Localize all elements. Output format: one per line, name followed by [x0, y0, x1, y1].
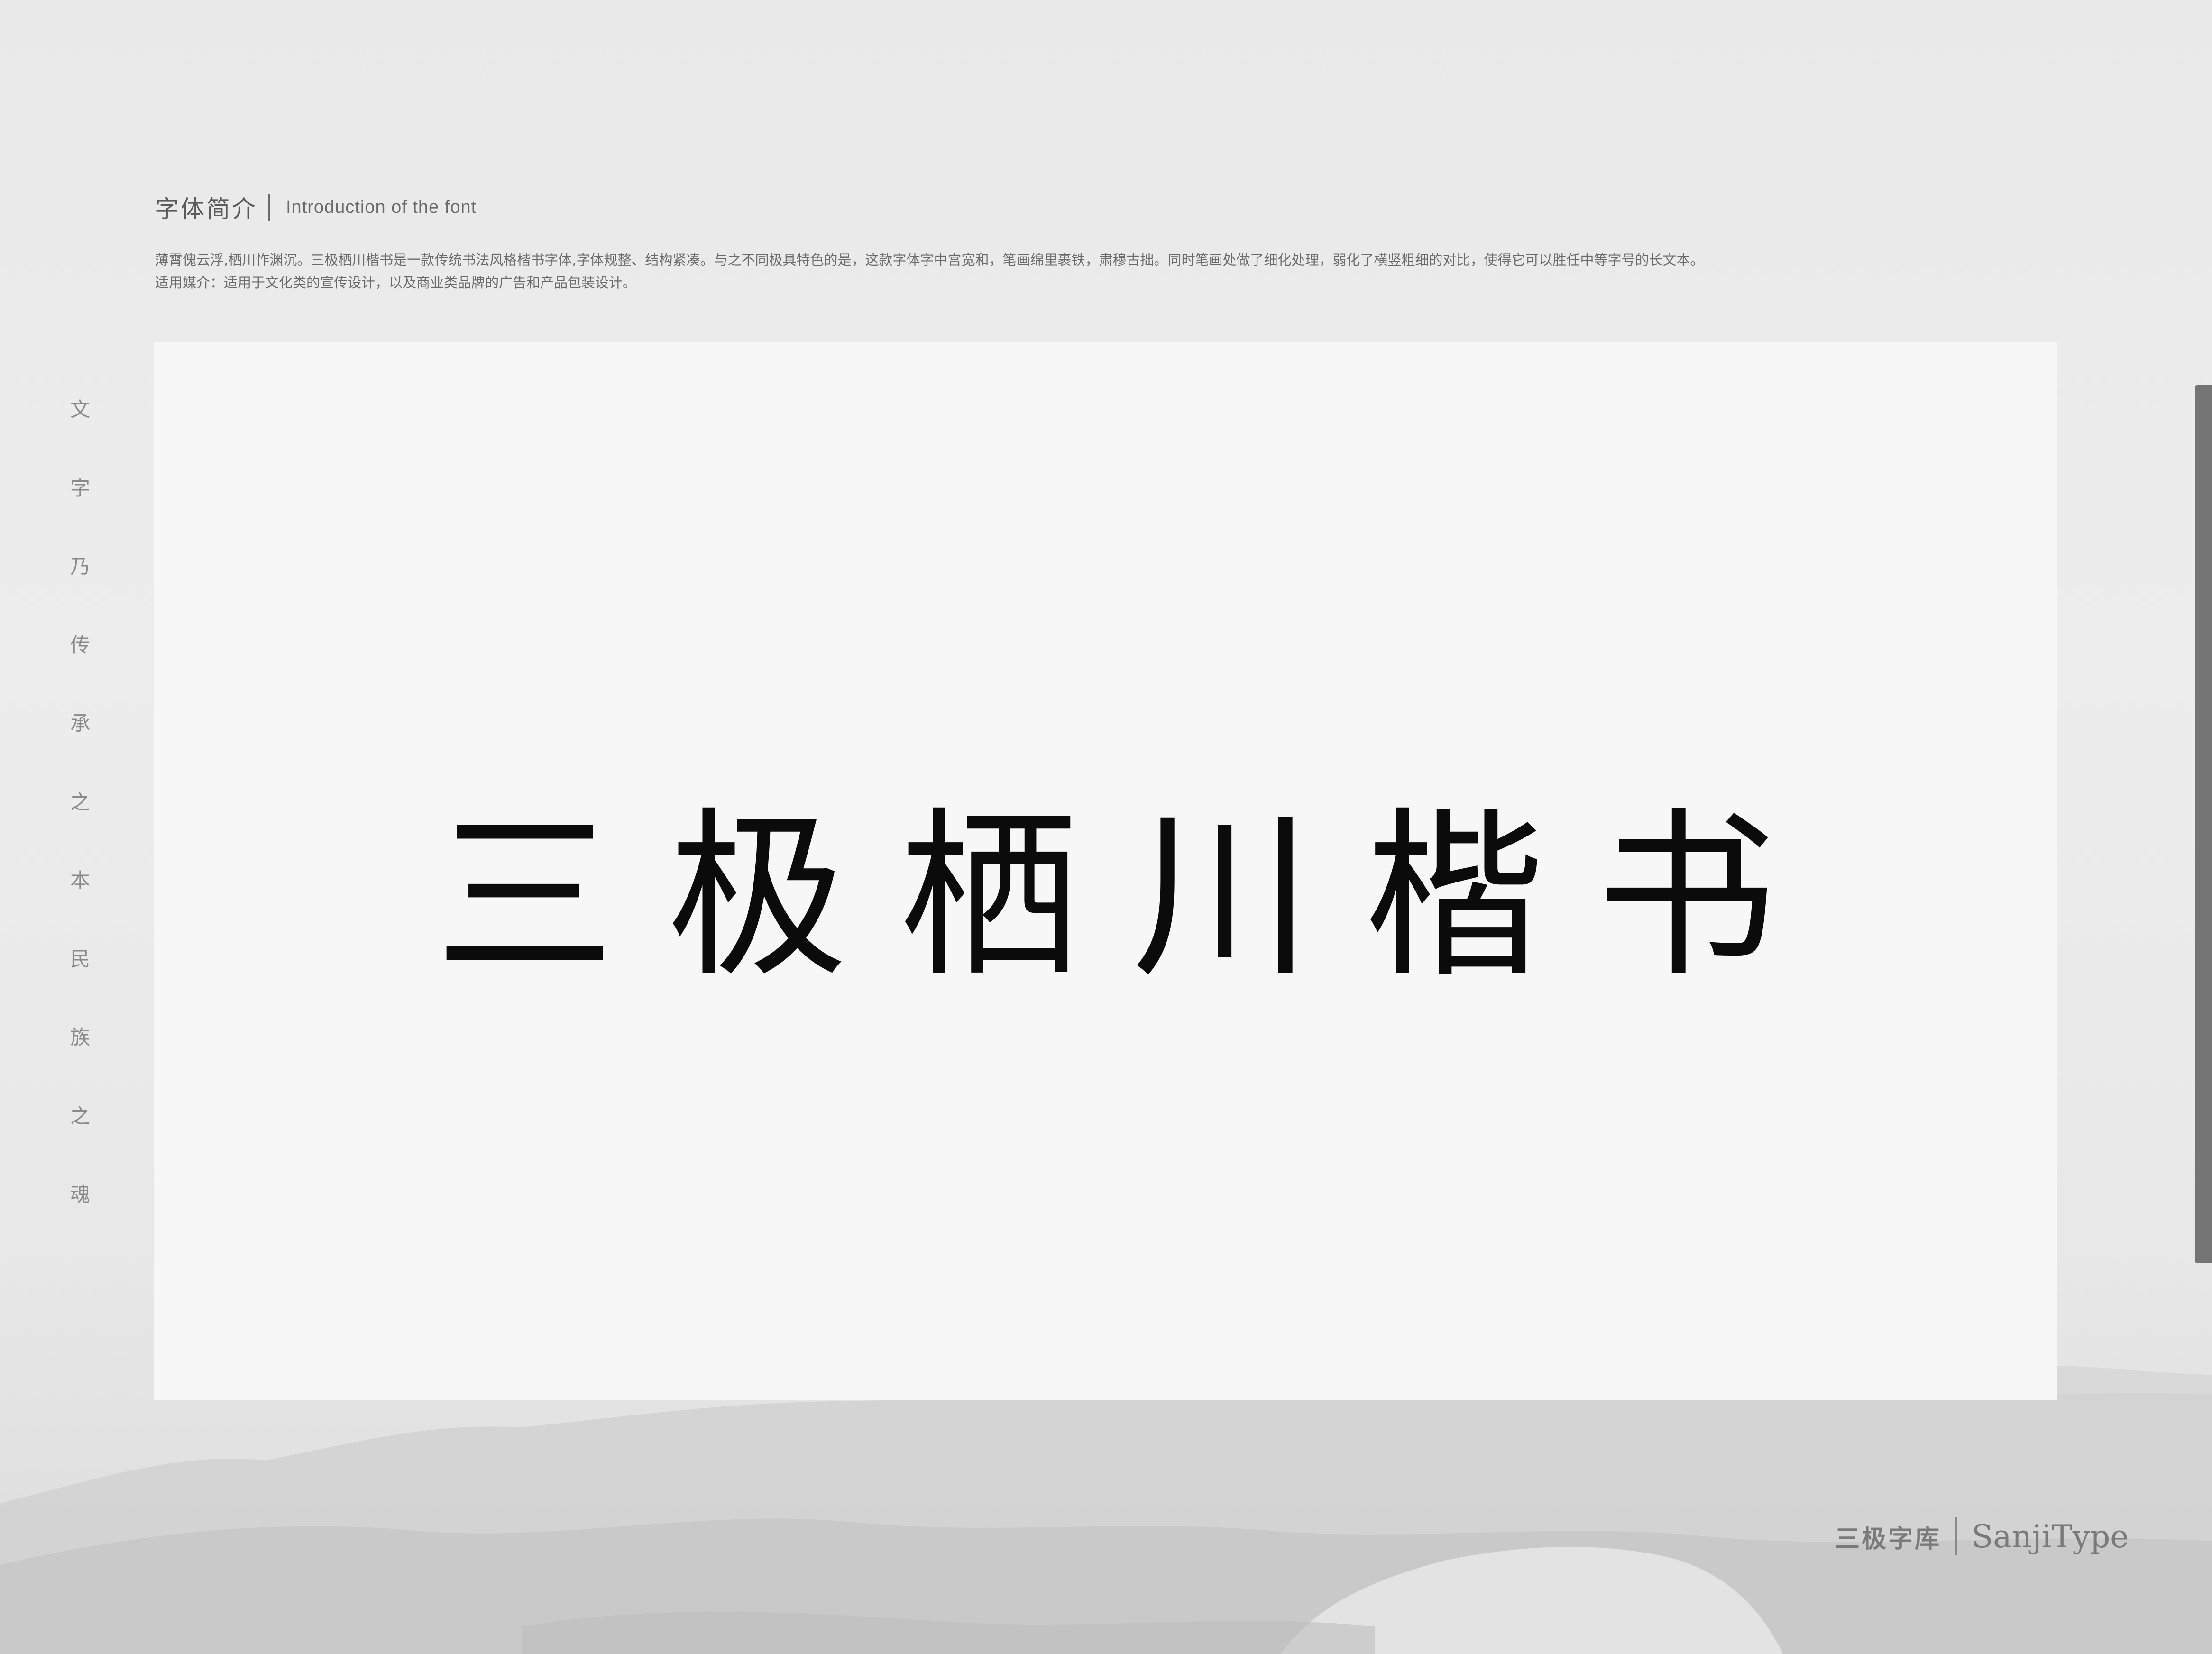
title-divider [268, 194, 270, 221]
slogan-char: 民 [70, 947, 90, 971]
description-line-2: 适用媒介：适用于文化类的宣传设计，以及商业类品牌的广告和产品包装设计。 [155, 275, 637, 291]
brand-signature: 三极字库 SanjiType [1835, 1515, 2129, 1558]
slogan-char: 字 [70, 476, 90, 500]
slogan-char: 传 [70, 633, 90, 657]
description-line-1: 薄霄傀云浮,栖川怍渊沉。三极栖川楷书是一款传统书法风格楷书字体,字体规整、结构紧… [155, 252, 1704, 268]
brand-divider [1955, 1517, 1958, 1555]
font-introduction-header: 字体简介 Introduction of the font 薄霄傀云浮,栖川怍渊… [155, 186, 1957, 294]
slogan-char: 族 [70, 1026, 90, 1049]
slogan-char: 之 [70, 1104, 90, 1128]
slogan-char: 承 [70, 712, 90, 735]
slogan-char: 魂 [70, 1183, 90, 1206]
slogan-char: 乃 [70, 555, 90, 578]
brand-name-en: SanjiType [1972, 1518, 2129, 1555]
section-title-en: Introduction of the font [286, 197, 477, 217]
font-name-specimen: 三极栖川楷书 [435, 791, 1829, 1002]
brand-name-cn: 三极字库 [1835, 1525, 1942, 1553]
slogan-char: 文 [70, 398, 90, 421]
scrollbar-thumb[interactable] [2195, 385, 2212, 1263]
font-showcase-area: 三极栖川楷书 [154, 342, 2057, 1400]
section-title-row: 字体简介 Introduction of the font [155, 186, 1957, 229]
section-title-cn: 字体简介 [155, 195, 257, 223]
slogan-char: 之 [70, 790, 90, 814]
font-description: 薄霄傀云浮,栖川怍渊沉。三极栖川楷书是一款传统书法风格楷书字体,字体规整、结构紧… [155, 248, 1957, 294]
slogan-char: 本 [70, 869, 90, 892]
vertical-slogan: 文 字 乃 传 承 之 本 民 族 之 魂 [69, 394, 92, 1257]
font-showcase-card: 三极栖川楷书 [154, 342, 2057, 1400]
